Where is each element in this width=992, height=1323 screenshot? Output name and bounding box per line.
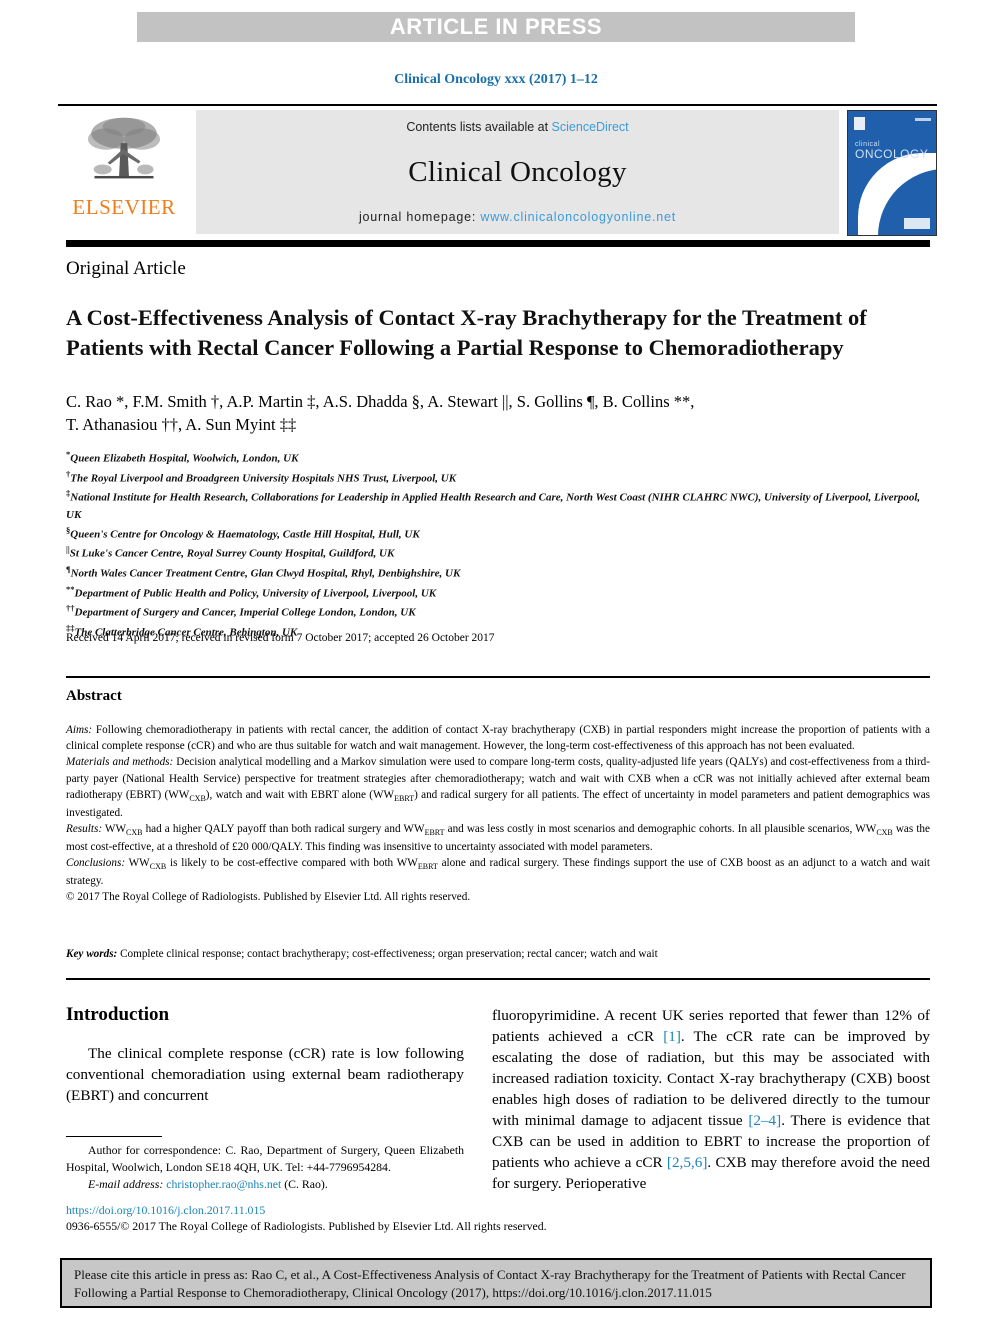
correspondence-footnote: Author for correspondence: C. Rao, Depar… xyxy=(66,1142,464,1192)
abstract-results-sub-b: EBRT xyxy=(424,828,445,838)
affiliation-item: ‡National Institute for Health Research,… xyxy=(66,487,926,524)
abstract-results-sub-a: CXB xyxy=(126,828,143,838)
abstract-conclusions-sub-a: CXB xyxy=(149,862,167,872)
citation-ref-3[interactable]: [2,5,6] xyxy=(667,1154,708,1171)
abstract-methods: Materials and methods: Decision analytic… xyxy=(66,754,930,821)
article-in-press-banner: ARTICLE IN PRESS xyxy=(137,12,855,42)
abstract-conclusions: Conclusions: WWCXB is likely to be cost-… xyxy=(66,855,930,889)
affiliation-marker: †† xyxy=(66,603,75,614)
received-dates: Received 14 April 2017; received in revi… xyxy=(66,632,495,644)
affiliation-item: **Department of Public Health and Policy… xyxy=(66,583,926,603)
affiliation-item: §Queen's Centre for Oncology & Haematolo… xyxy=(66,524,926,544)
contents-available-line: Contents lists available at ScienceDirec… xyxy=(406,120,628,134)
email-suffix: (C. Rao). xyxy=(281,1176,328,1191)
keywords-label: Key words: xyxy=(66,948,118,960)
keywords-text: Complete clinical response; contact brac… xyxy=(117,948,658,960)
page-title: A Cost-Effectiveness Analysis of Contact… xyxy=(66,305,867,360)
abstract-top-rule xyxy=(66,676,930,678)
affiliation-text: Queen's Centre for Oncology & Haematolog… xyxy=(70,528,420,541)
affiliation-item: ¶North Wales Cancer Treatment Centre, Gl… xyxy=(66,563,926,583)
affiliation-text: Queen Elizabeth Hospital, Woolwich, Lond… xyxy=(70,452,299,465)
abstract-results-text-c: and was less costly in most scenarios an… xyxy=(444,823,877,835)
cover-elsevier-icon xyxy=(854,117,865,130)
abstract-conclusions-text-a: WW xyxy=(125,857,150,870)
homepage-url-link[interactable]: www.clinicaloncologyonline.net xyxy=(480,210,676,224)
abstract-methods-sub-b: EBRT xyxy=(394,794,415,804)
cover-badge-icon xyxy=(904,218,930,229)
elsevier-logo: ELSEVIER xyxy=(58,108,190,238)
abstract-copyright: © 2017 The Royal College of Radiologists… xyxy=(66,891,471,904)
cover-title-line2: ONCOLOGY xyxy=(855,147,929,161)
cover-topright-mark xyxy=(915,118,931,121)
article-type-label: Original Article xyxy=(66,258,186,279)
abstract-bottom-rule xyxy=(66,978,930,980)
homepage-prefix: journal homepage: xyxy=(358,210,481,224)
journal-cover-thumbnail: clinical ONCOLOGY xyxy=(847,110,937,236)
elsevier-tree-icon xyxy=(87,117,161,179)
abstract-aims: Aims: Following chemoradiotherapy in pat… xyxy=(66,722,930,754)
email-link[interactable]: christopher.rao@nhs.net xyxy=(166,1177,281,1191)
abstract-results-label: Results: xyxy=(66,823,103,835)
affiliation-text: Department of Public Health and Policy, … xyxy=(74,587,437,600)
elsevier-wordmark: ELSEVIER xyxy=(72,195,176,219)
journal-reference-line: Clinical Oncology xxx (2017) 1–12 xyxy=(394,72,598,87)
abstract-conclusions-text-b: is likely to be cost-effective compared … xyxy=(166,857,418,870)
author-line-1: C. Rao *, F.M. Smith †, A.P. Martin ‡, A… xyxy=(66,392,695,411)
affiliation-marker: ** xyxy=(66,583,75,594)
citation-ref-1[interactable]: [1] xyxy=(663,1028,681,1045)
issn-copyright-line: 0936-6555/© 2017 The Royal College of Ra… xyxy=(66,1219,547,1233)
abstract-heading: Abstract xyxy=(66,688,122,704)
article-in-press-label: ARTICLE IN PRESS xyxy=(389,14,603,39)
affiliation-text: St Luke's Cancer Centre, Royal Surrey Co… xyxy=(69,547,395,560)
abstract-methods-text-b: ), watch and wait with EBRT alone (WW xyxy=(205,788,395,801)
abstract-results-sub-c: CXB xyxy=(876,828,893,838)
author-line-2: T. Athanasiou ††, A. Sun Myint ‡‡ xyxy=(66,415,297,435)
abstract-methods-label: Materials and methods: xyxy=(66,756,174,769)
section-heading-introduction: Introduction xyxy=(66,1004,170,1025)
abstract-methods-sub-a: CXB xyxy=(189,794,206,804)
sciencedirect-link[interactable]: ScienceDirect xyxy=(552,120,629,134)
affiliation-item: †The Royal Liverpool and Broadgreen Univ… xyxy=(66,468,926,488)
keywords: Key words: Complete clinical response; c… xyxy=(66,948,930,960)
body-column-right: fluoropyrimidine. A recent UK series rep… xyxy=(492,1006,930,1195)
contents-band: Contents lists available at ScienceDirec… xyxy=(196,110,839,234)
abstract-conclusions-label: Conclusions: xyxy=(66,857,126,870)
abstract-results: Results: WWCXB had a higher QALY payoff … xyxy=(66,821,930,855)
cite-this-article-text: Please cite this article in press as: Ra… xyxy=(74,1267,906,1301)
doi-link[interactable]: https://doi.org/10.1016/j.clon.2017.11.0… xyxy=(66,1203,265,1218)
email-line: E-mail address: christopher.rao@nhs.net … xyxy=(66,1176,464,1193)
citation-ref-2[interactable]: [2–4] xyxy=(748,1112,781,1129)
journal-masthead: ELSEVIER Contents lists available at Sci… xyxy=(58,104,937,238)
body-column-left: Introduction The clinical complete respo… xyxy=(66,1004,464,1107)
cite-this-article-box: Please cite this article in press as: Ra… xyxy=(60,1258,932,1308)
abstract-body: Aims: Following chemoradiotherapy in pat… xyxy=(66,722,930,905)
affiliation-text: North Wales Cancer Treatment Centre, Gla… xyxy=(70,567,461,580)
affiliation-list: *Queen Elizabeth Hospital, Woolwich, Lon… xyxy=(66,448,926,641)
affiliation-item: ††Department of Surgery and Cancer, Impe… xyxy=(66,602,926,622)
footnote-separator-rule xyxy=(66,1136,162,1137)
affiliation-text: The Royal Liverpool and Broadgreen Unive… xyxy=(70,472,457,485)
affiliation-text: National Institute for Health Research, … xyxy=(66,491,921,521)
abstract-aims-label: Aims: xyxy=(66,724,93,736)
contents-prefix: Contents lists available at xyxy=(406,120,552,134)
masthead-bottom-rule xyxy=(66,240,930,247)
abstract-conclusions-sub-b: EBRT xyxy=(417,862,438,872)
abstract-results-text-a: WW xyxy=(102,823,127,835)
introduction-paragraph-right: fluoropyrimidine. A recent UK series rep… xyxy=(492,1006,930,1195)
affiliation-item: ||St Luke's Cancer Centre, Royal Surrey … xyxy=(66,543,926,563)
introduction-paragraph-left: The clinical complete response (cCR) rat… xyxy=(66,1045,464,1104)
journal-title: Clinical Oncology xyxy=(408,155,627,188)
cover-title: clinical ONCOLOGY xyxy=(855,141,928,160)
affiliation-item: *Queen Elizabeth Hospital, Woolwich, Lon… xyxy=(66,448,926,468)
email-label: E-mail address: xyxy=(88,1176,164,1191)
affiliation-text: Department of Surgery and Cancer, Imperi… xyxy=(74,606,416,619)
journal-homepage-line: journal homepage: www.clinicaloncologyon… xyxy=(359,210,676,224)
abstract-aims-text: Following chemoradiotherapy in patients … xyxy=(66,724,930,753)
author-list: C. Rao *, F.M. Smith †, A.P. Martin ‡, A… xyxy=(66,390,926,437)
correspondence-text: Author for correspondence: C. Rao, Depar… xyxy=(66,1143,464,1174)
abstract-results-text-b: had a higher QALY payoff than both radic… xyxy=(142,823,425,835)
